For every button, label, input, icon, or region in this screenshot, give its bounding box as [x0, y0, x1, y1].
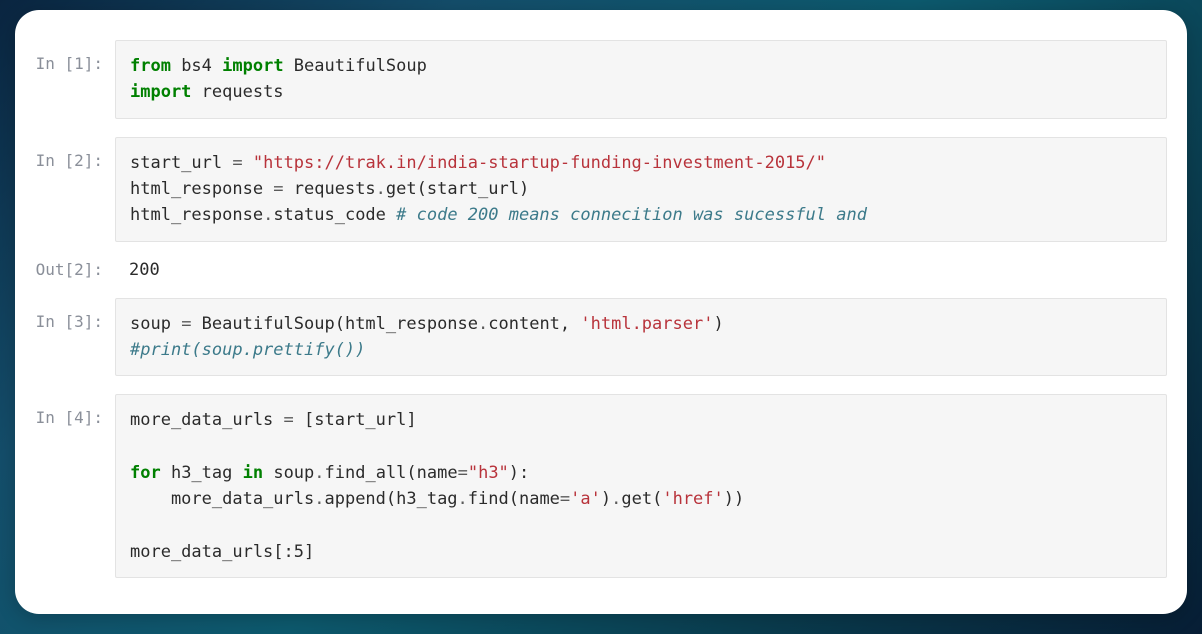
code-token: ): — [509, 463, 529, 483]
notebook-card: In [1]:from bs4 import BeautifulSoup imp… — [15, 10, 1187, 614]
code-token: requests — [191, 82, 283, 102]
code-token: requests — [284, 179, 376, 199]
code-input[interactable]: more_data_urls = [start_url] for h3_tag … — [115, 394, 1167, 578]
code-token: soup — [130, 314, 181, 334]
code-input[interactable]: start_url = "https://trak.in/india-start… — [115, 137, 1167, 242]
code-cell: In [1]:from bs4 import BeautifulSoup imp… — [25, 40, 1167, 119]
code-token — [243, 153, 253, 173]
code-token: )) — [724, 489, 744, 509]
cell-prompt: In [2]: — [25, 137, 115, 170]
code-token: = — [181, 314, 191, 334]
output-cell: Out[2]:200 — [25, 260, 1167, 280]
code-token: . — [478, 314, 488, 334]
cell-prompt: In [4]: — [25, 394, 115, 427]
code-token: = — [458, 463, 468, 483]
code-cell: In [2]:start_url = "https://trak.in/indi… — [25, 137, 1167, 242]
code-token: BeautifulSoup(html_response — [191, 314, 478, 334]
code-token: 'html.parser' — [580, 314, 713, 334]
code-token: html_response — [130, 179, 273, 199]
code-token: . — [376, 179, 386, 199]
code-token: from — [130, 56, 171, 76]
code-token: . — [611, 489, 621, 509]
code-token: import — [130, 82, 191, 102]
code-token: more_data_urls — [130, 410, 284, 430]
code-token: for — [130, 463, 161, 483]
code-token: get(start_url) — [386, 179, 529, 199]
code-token: ] — [304, 542, 314, 562]
code-token: soup — [263, 463, 314, 483]
code-token: [start_url] — [294, 410, 417, 430]
code-token: BeautifulSoup — [284, 56, 427, 76]
code-token: #print(soup.prettify()) — [130, 340, 365, 360]
code-token: = — [273, 179, 283, 199]
code-token: ) — [713, 314, 723, 334]
code-token: find_all(name — [325, 463, 458, 483]
code-input[interactable]: soup = BeautifulSoup(html_response.conte… — [115, 298, 1167, 377]
notebook-scroll[interactable]: In [1]:from bs4 import BeautifulSoup imp… — [15, 10, 1187, 614]
code-token: html_response — [130, 205, 263, 225]
code-token: "https://trak.in/india-startup-funding-i… — [253, 153, 826, 173]
code-token: more_data_urls[: — [130, 542, 294, 562]
code-token: = — [284, 410, 294, 430]
code-token: = — [232, 153, 242, 173]
cell-prompt: In [1]: — [25, 40, 115, 73]
cell-prompt: Out[2]: — [25, 260, 115, 279]
code-cell: In [3]:soup = BeautifulSoup(html_respons… — [25, 298, 1167, 377]
code-token: 'a' — [570, 489, 601, 509]
code-token: start_url — [130, 153, 232, 173]
code-token: # code 200 means connecition was sucessf… — [396, 205, 867, 225]
code-input[interactable]: from bs4 import BeautifulSoup import req… — [115, 40, 1167, 119]
code-token: append(h3_tag — [324, 489, 457, 509]
code-token: . — [458, 489, 468, 509]
code-token: content, — [488, 314, 580, 334]
code-token: ) — [601, 489, 611, 509]
output-text: 200 — [115, 260, 1167, 280]
code-token: . — [263, 205, 273, 225]
code-token: h3_tag — [161, 463, 243, 483]
code-token: status_code — [273, 205, 396, 225]
code-token: = — [560, 489, 570, 509]
code-token: more_data_urls — [130, 489, 314, 509]
code-token: 5 — [294, 542, 304, 562]
code-token: get( — [621, 489, 662, 509]
code-cell: In [4]:more_data_urls = [start_url] for … — [25, 394, 1167, 578]
code-token: in — [243, 463, 263, 483]
code-token: bs4 — [171, 56, 222, 76]
code-token: find(name — [468, 489, 560, 509]
cell-prompt: In [3]: — [25, 298, 115, 331]
code-token: import — [222, 56, 283, 76]
code-token: . — [314, 463, 324, 483]
code-token: "h3" — [468, 463, 509, 483]
code-token: 'href' — [662, 489, 723, 509]
code-token: . — [314, 489, 324, 509]
